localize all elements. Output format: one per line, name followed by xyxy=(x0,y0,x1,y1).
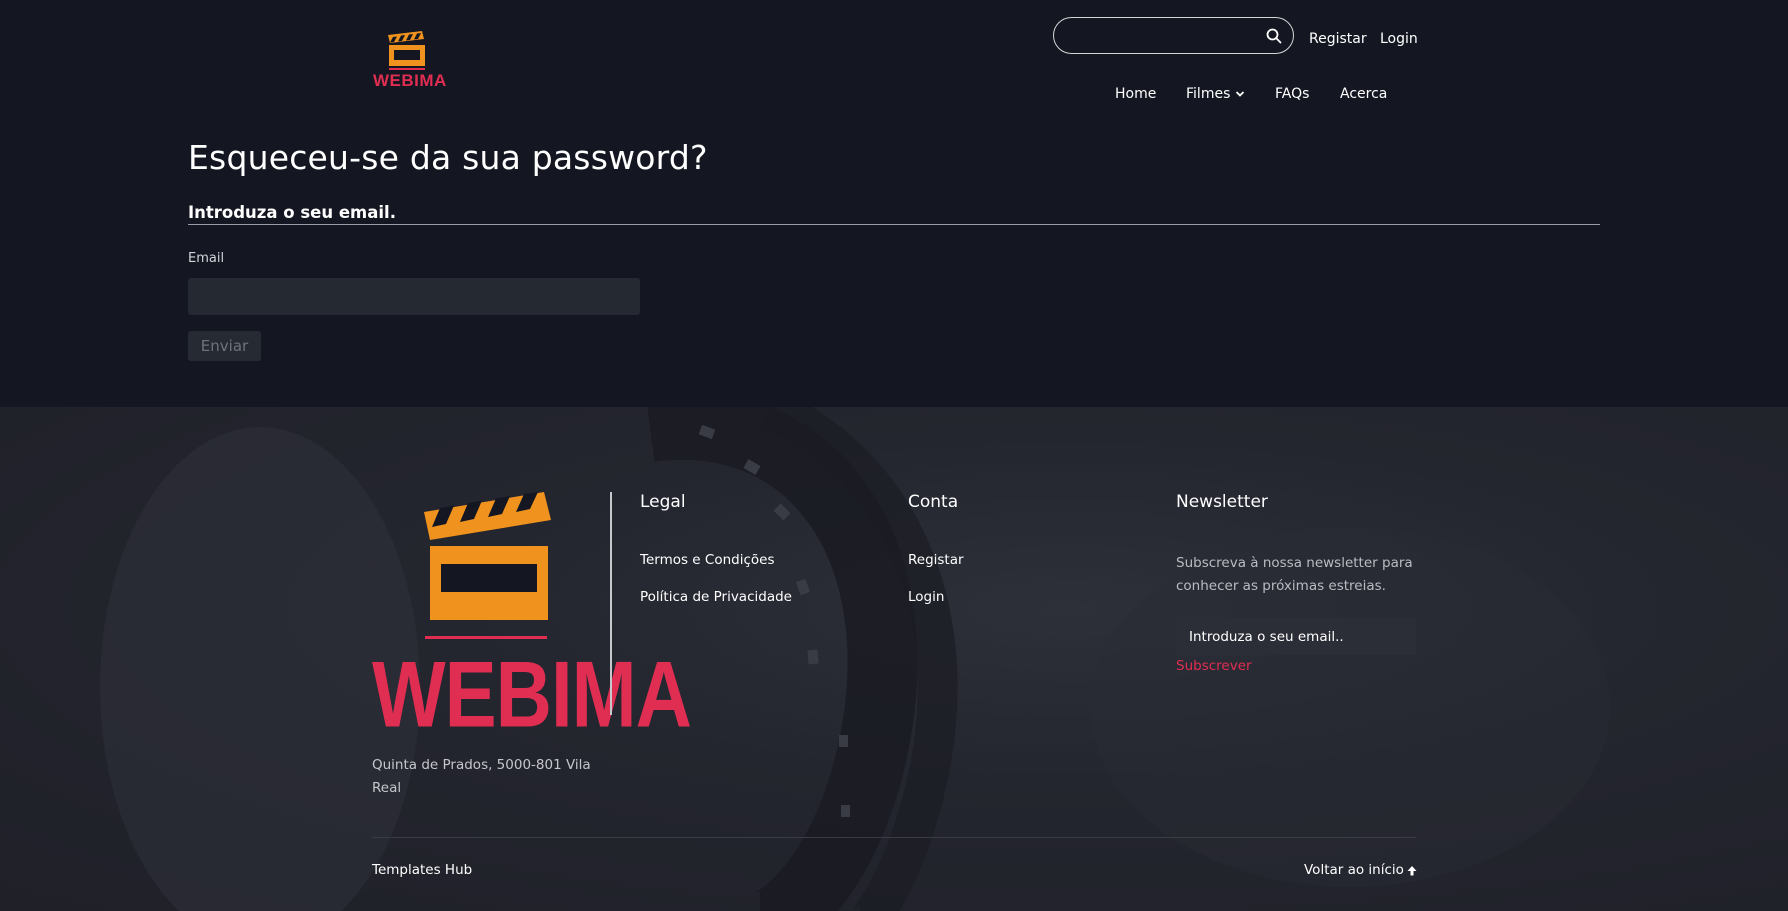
email-field[interactable] xyxy=(188,278,640,315)
newsletter-heading: Newsletter xyxy=(1176,492,1268,512)
search-box xyxy=(1053,17,1294,54)
site-footer: WEBIMA Quinta de Prados, 5000-801 Vila R… xyxy=(0,407,1788,911)
site-header: WEBIMA Registar Login Home Filmes FAQs A… xyxy=(0,0,1788,120)
account-heading: Conta xyxy=(908,492,959,512)
brand-name: WEBIMA xyxy=(373,71,447,90)
nav-home[interactable]: Home xyxy=(1115,86,1156,102)
footer-logo: WEBIMA xyxy=(372,492,692,741)
film-reel-background xyxy=(100,407,1610,911)
footer-brand-name: WEBIMA xyxy=(372,641,692,747)
register-link[interactable]: Registar xyxy=(1309,31,1367,47)
nav-acerca[interactable]: Acerca xyxy=(1340,86,1387,102)
send-button[interactable]: Enviar xyxy=(188,331,261,361)
arrow-up-icon xyxy=(1407,865,1417,875)
search-icon[interactable] xyxy=(1265,27,1283,45)
nav-faqs[interactable]: FAQs xyxy=(1275,86,1309,102)
nav-filmes-label: Filmes xyxy=(1186,86,1231,102)
footer-separator xyxy=(372,837,1416,838)
site-logo[interactable]: WEBIMA xyxy=(373,30,447,90)
search-input[interactable] xyxy=(1068,26,1262,48)
page-title: Esqueceu-se da sua password? xyxy=(188,138,708,177)
nav-filmes[interactable]: Filmes xyxy=(1186,86,1245,102)
clapperboard-icon xyxy=(388,31,425,70)
footer-credit: Templates Hub xyxy=(372,862,473,878)
legal-heading: Legal xyxy=(640,492,686,512)
newsletter-email-field[interactable] xyxy=(1176,618,1416,655)
newsletter-description: Subscreva à nossa newsletter para conhec… xyxy=(1176,555,1413,594)
terms-link[interactable]: Termos e Condições xyxy=(640,552,775,568)
back-to-top-link[interactable]: Voltar ao início xyxy=(1304,862,1417,878)
page-subtitle: Introduza o seu email. xyxy=(188,203,396,222)
footer-register-link[interactable]: Registar xyxy=(908,552,964,568)
chevron-down-icon xyxy=(1236,91,1245,97)
footer-login-link[interactable]: Login xyxy=(908,589,944,605)
clapperboard-icon xyxy=(424,492,551,639)
footer-address: Quinta de Prados, 5000-801 Vila Real xyxy=(372,757,591,796)
subscribe-button[interactable]: Subscrever xyxy=(1176,658,1252,674)
back-to-top-label: Voltar ao início xyxy=(1304,862,1404,878)
email-label: Email xyxy=(188,251,225,266)
divider xyxy=(188,224,1600,225)
privacy-link[interactable]: Política de Privacidade xyxy=(640,589,792,605)
footer-divider xyxy=(610,492,612,715)
login-link[interactable]: Login xyxy=(1380,31,1418,47)
